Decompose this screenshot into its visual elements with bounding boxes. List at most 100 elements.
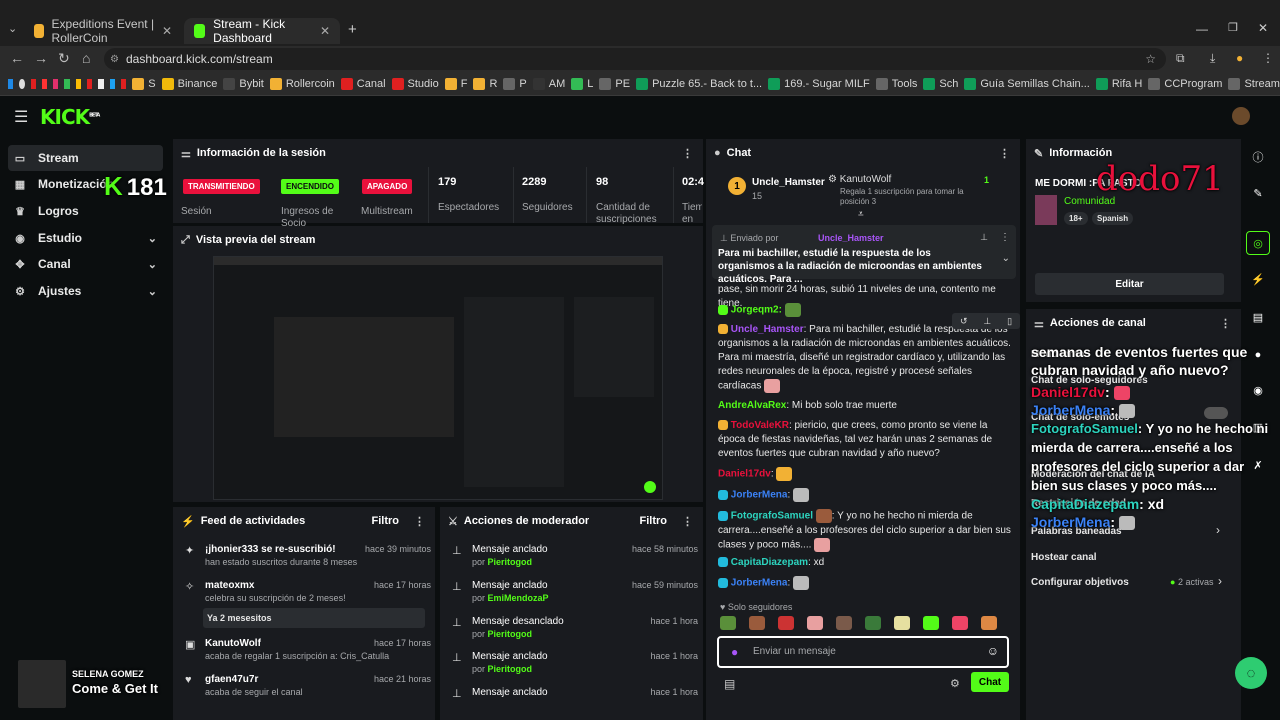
sidebar-item-ajustes[interactable]: ⚙ Ajustes ⌄ xyxy=(8,278,163,304)
tab-kick-dashboard[interactable]: Stream - Kick Dashboard ✕ xyxy=(184,17,340,45)
chat-username[interactable]: AndreAlvaRex xyxy=(718,400,786,411)
bookmark-item[interactable]: PE xyxy=(599,77,630,90)
gift-prompt[interactable]: Regala 1 suscripción para tomar la posic… xyxy=(840,187,990,207)
emote-icon[interactable] xyxy=(720,616,736,630)
unpin-icon[interactable]: ⊥ xyxy=(980,232,988,243)
emoji-icon[interactable]: ☺ xyxy=(987,644,999,658)
action-goals[interactable]: Configurar objetivos xyxy=(1031,577,1129,588)
bookmark-item[interactable]: Rollercoin xyxy=(269,77,335,90)
sidebar-item-estudio[interactable]: ◉ Estudio ⌄ xyxy=(8,225,163,251)
profile-icon[interactable]: ● xyxy=(1236,51,1243,65)
emote-icon[interactable] xyxy=(981,616,997,630)
stream-video[interactable] xyxy=(213,256,663,500)
bookmark-item[interactable]: Bybit xyxy=(223,77,264,90)
more-options-icon[interactable]: ⋮ xyxy=(1000,232,1010,243)
bookmark-item[interactable]: Canal xyxy=(340,77,386,90)
bookmark-icon[interactable] xyxy=(64,78,70,89)
emote-icon[interactable] xyxy=(865,616,881,630)
lightning-icon[interactable]: ⚡ xyxy=(1246,267,1270,291)
chat-username[interactable]: Jorgeqm2: xyxy=(731,305,782,316)
delete-icon[interactable]: ▯ xyxy=(1007,316,1012,327)
chat-username[interactable]: Uncle_Hamster xyxy=(731,324,804,335)
bookmark-item[interactable]: Studio xyxy=(391,77,439,90)
top-gifter-name[interactable]: Uncle_Hamster xyxy=(752,177,825,188)
help-icon[interactable]: ◌ xyxy=(1235,657,1267,689)
chevron-down-icon[interactable]: ⌄ xyxy=(1002,253,1010,264)
camera-icon[interactable]: ◎ xyxy=(1246,231,1270,255)
filter-button[interactable]: Filtro xyxy=(372,515,400,527)
maximize-icon[interactable]: ❐ xyxy=(1228,21,1238,34)
bookmark-item[interactable]: L xyxy=(571,77,593,90)
reply-icon[interactable]: ↺ xyxy=(960,316,968,327)
bookmark-item[interactable]: Tools xyxy=(875,77,917,90)
bookmark-icon[interactable] xyxy=(87,78,93,89)
kick-logo[interactable]: KICKBETA xyxy=(40,105,100,129)
minimize-icon[interactable]: — xyxy=(1196,22,1208,36)
chat-username[interactable]: TodoValeKR xyxy=(731,420,789,431)
emote-icon[interactable] xyxy=(749,616,765,630)
forward-icon[interactable]: → xyxy=(34,50,48,66)
microphone-icon[interactable]: ● xyxy=(731,645,738,659)
filter-button[interactable]: Filtro xyxy=(640,515,668,527)
emote-icon[interactable] xyxy=(894,616,910,630)
bookmark-item[interactable]: R xyxy=(473,77,497,90)
pin-icon[interactable]: ⊥ xyxy=(983,316,991,327)
sidebar-item-stream[interactable]: ▭ Stream xyxy=(8,145,163,171)
user-avatar[interactable] xyxy=(1232,107,1250,125)
back-icon[interactable]: ← xyxy=(10,50,24,66)
bookmark-icon[interactable] xyxy=(8,78,14,89)
pencil-icon[interactable]: ✎ xyxy=(1246,181,1270,205)
url-input[interactable]: ⚙ dashboard.kick.com/stream ☆ xyxy=(104,48,1166,70)
bookmark-icon[interactable] xyxy=(75,78,82,89)
tab-search-icon[interactable]: ⌄ xyxy=(8,22,17,35)
close-tab-icon[interactable]: ✕ xyxy=(320,24,330,38)
chevron-right-icon[interactable]: › xyxy=(1218,574,1222,588)
hamburger-menu-icon[interactable]: ☰ xyxy=(14,107,28,127)
bookmark-item[interactable]: Guía Semillas Chain... xyxy=(964,77,1090,90)
chat-input[interactable]: ● Enviar un mensaje ☺ xyxy=(717,636,1009,668)
chat-username[interactable]: JorberMena xyxy=(731,490,788,501)
more-options-icon[interactable]: ⋮ xyxy=(682,515,693,528)
bookmark-icon[interactable] xyxy=(109,78,115,89)
pinned-message[interactable]: ⊥ Enviado por Uncle_Hamster ⊥ ⋮ Para mi … xyxy=(712,225,1016,285)
bookmark-icon[interactable] xyxy=(41,78,48,89)
close-window-icon[interactable]: ✕ xyxy=(1258,21,1268,35)
chat-username[interactable]: Daniel17dv xyxy=(718,469,771,480)
store-icon[interactable]: ▤ xyxy=(724,677,735,691)
reload-icon[interactable]: ↻ xyxy=(58,50,70,67)
edit-button[interactable]: Editar xyxy=(1035,273,1224,295)
info-icon[interactable]: ⓘ xyxy=(1246,145,1270,169)
more-options-icon[interactable]: ⋮ xyxy=(1220,317,1231,330)
bookmark-item[interactable]: Rifa H xyxy=(1095,77,1142,90)
document-icon[interactable]: ▤ xyxy=(1246,305,1270,329)
new-tab-icon[interactable]: + xyxy=(348,21,357,38)
send-chat-button[interactable]: Chat xyxy=(971,672,1009,692)
bookmark-item[interactable]: Stream xyxy=(1228,77,1280,90)
chat-username[interactable]: JorberMena xyxy=(731,578,788,589)
bookmark-item[interactable]: S xyxy=(132,77,156,90)
menu-icon[interactable]: ⋮ xyxy=(1262,51,1274,65)
more-options-icon[interactable]: ⋮ xyxy=(414,515,425,528)
bookmark-item[interactable]: P xyxy=(503,77,527,90)
emote-icon[interactable] xyxy=(952,616,968,630)
download-icon[interactable]: ⤓ xyxy=(1210,51,1215,66)
emote-icon[interactable] xyxy=(807,616,823,630)
sidebar-item-canal[interactable]: ✥ Canal ⌄ xyxy=(8,251,163,277)
chat-username[interactable]: CapitaDiazepam xyxy=(731,557,808,568)
bookmark-item[interactable]: Binance xyxy=(161,77,217,90)
action-host-channel[interactable]: Hostear canal xyxy=(1031,552,1097,563)
gear-icon[interactable]: ⚙ xyxy=(950,677,960,690)
home-icon[interactable]: ⌂ xyxy=(82,50,90,66)
bookmark-item[interactable]: CCProgram xyxy=(1148,77,1222,90)
bookmark-icon[interactable] xyxy=(98,78,104,89)
collapse-icon[interactable]: ⩡ xyxy=(858,209,864,220)
emote-icon[interactable] xyxy=(836,616,852,630)
chat-username[interactable]: FotografoSamuel xyxy=(731,511,813,522)
bookmark-icon[interactable] xyxy=(30,78,36,89)
more-options-icon[interactable]: ⋮ xyxy=(999,147,1010,160)
bookmark-item[interactable]: F xyxy=(444,77,467,90)
close-tab-icon[interactable]: ✕ xyxy=(162,24,172,38)
emote-icon[interactable] xyxy=(923,616,939,630)
bookmark-item[interactable]: Puzzle 65.- Back to t... xyxy=(636,77,762,90)
site-info-icon[interactable]: ⚙ xyxy=(110,54,119,65)
